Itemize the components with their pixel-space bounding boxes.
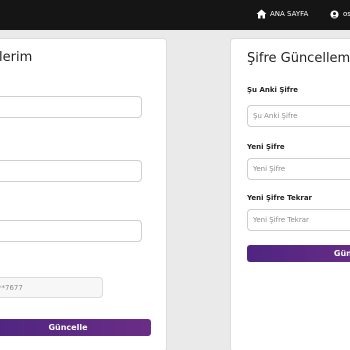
- password-card: Şifre Güncellem Şu Anki Şifre Yeni Şifre…: [230, 38, 350, 350]
- nav-user-menu[interactable]: os: [330, 0, 350, 28]
- current-password-input[interactable]: [247, 105, 350, 127]
- repeat-password-input[interactable]: [247, 209, 350, 231]
- new-password-input[interactable]: [247, 158, 350, 180]
- profile-update-button[interactable]: Güncelle: [0, 319, 151, 336]
- password-update-button[interactable]: Günce: [247, 245, 350, 262]
- profile-card: lerim Güncelle: [0, 38, 167, 350]
- password-card-title: Şifre Güncellem: [247, 51, 350, 66]
- new-password-label: Yeni Şifre: [247, 143, 285, 151]
- user-circle-icon: [330, 9, 339, 19]
- repeat-password-label: Yeni Şifre Tekrar: [247, 194, 312, 202]
- profile-field-1[interactable]: [0, 96, 142, 118]
- phone-field[interactable]: [0, 277, 103, 298]
- current-password-label: Şu Anki Şifre: [247, 86, 299, 94]
- profile-card-title: lerim: [0, 50, 33, 65]
- profile-field-2[interactable]: [0, 160, 142, 182]
- home-icon: [256, 9, 267, 19]
- top-navbar: ANA SAYFA os: [0, 0, 350, 30]
- profile-field-3[interactable]: [0, 220, 142, 242]
- nav-home-label: ANA SAYFA: [270, 10, 309, 18]
- nav-user-label: os: [343, 10, 350, 18]
- nav-home-link[interactable]: ANA SAYFA: [256, 0, 308, 28]
- page: ANA SAYFA os lerim Güncelle Şifre Güncel…: [0, 0, 350, 350]
